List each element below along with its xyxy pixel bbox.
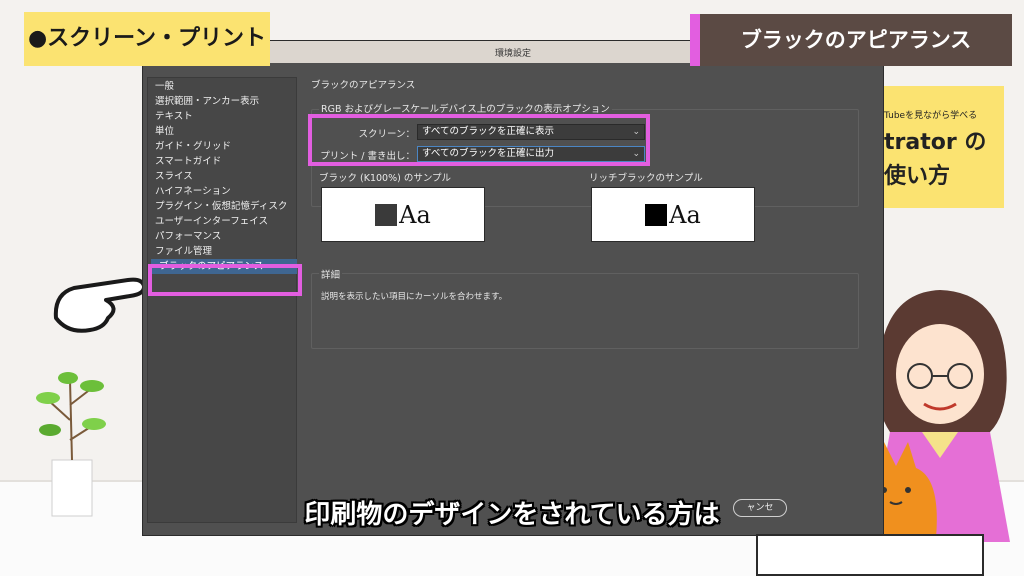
- display-options-legend: RGB およびグレースケールデバイス上のブラックの表示オプション: [319, 101, 612, 115]
- sidebar-item-0[interactable]: 一般: [155, 79, 295, 94]
- sidebar-item-1[interactable]: 選択範囲・アンカー表示: [155, 94, 295, 109]
- rich-black-sample-text: Aa: [669, 200, 701, 229]
- book-subtitle: Tubeを見ながら学べる: [884, 111, 978, 121]
- book-cover: Tubeを見ながら学べる trator の 使い方: [884, 86, 1004, 208]
- details-legend: 詳細: [319, 267, 343, 281]
- rich-black-sample-label: リッチブラックのサンプル: [589, 173, 703, 184]
- book-title-line2: 使い方: [884, 164, 951, 189]
- book-title-line1: trator の: [884, 130, 987, 155]
- k100-sample-label: ブラック (K100%) のサンプル: [319, 173, 452, 184]
- rich-black-sample-box: Aa: [591, 187, 755, 242]
- sidebar-item-6[interactable]: スライス: [155, 169, 295, 184]
- panel-title: ブラックのアピアランス: [311, 80, 416, 91]
- section-label-left: ●スクリーン・プリント: [24, 12, 270, 66]
- sidebar-item-4[interactable]: ガイド・グリッド: [155, 139, 295, 154]
- sidebar-item-8[interactable]: プラグイン・仮想記憶ディスク: [155, 199, 295, 214]
- select-highlight-box: [308, 114, 650, 166]
- desk: [756, 534, 984, 576]
- k100-sample-box: Aa: [321, 187, 485, 242]
- rich-black-swatch: [645, 203, 668, 226]
- plant-illustration: [36, 372, 106, 517]
- k100-sample-text: Aa: [399, 200, 431, 229]
- caption-subtitle: 印刷物のデザインをされている方は: [304, 500, 720, 530]
- sidebar-item-10[interactable]: パフォーマンス: [155, 229, 295, 244]
- details-group: [311, 273, 859, 349]
- details-text: 説明を表示したい項目にカーソルを合わせます。: [321, 292, 508, 302]
- sidebar-item-7[interactable]: ハイフネーション: [155, 184, 295, 199]
- sidebar-highlight-box: [148, 264, 302, 296]
- sidebar-item-5[interactable]: スマートガイド: [155, 154, 295, 169]
- sidebar-item-2[interactable]: テキスト: [155, 109, 295, 124]
- k100-swatch: [375, 203, 398, 226]
- sidebar-item-11[interactable]: ファイル管理: [155, 244, 295, 259]
- sidebar-item-9[interactable]: ユーザーインターフェイス: [155, 214, 295, 229]
- sidebar-item-3[interactable]: 単位: [155, 124, 295, 139]
- section-label-right: ブラックのアピアランス: [690, 14, 1012, 66]
